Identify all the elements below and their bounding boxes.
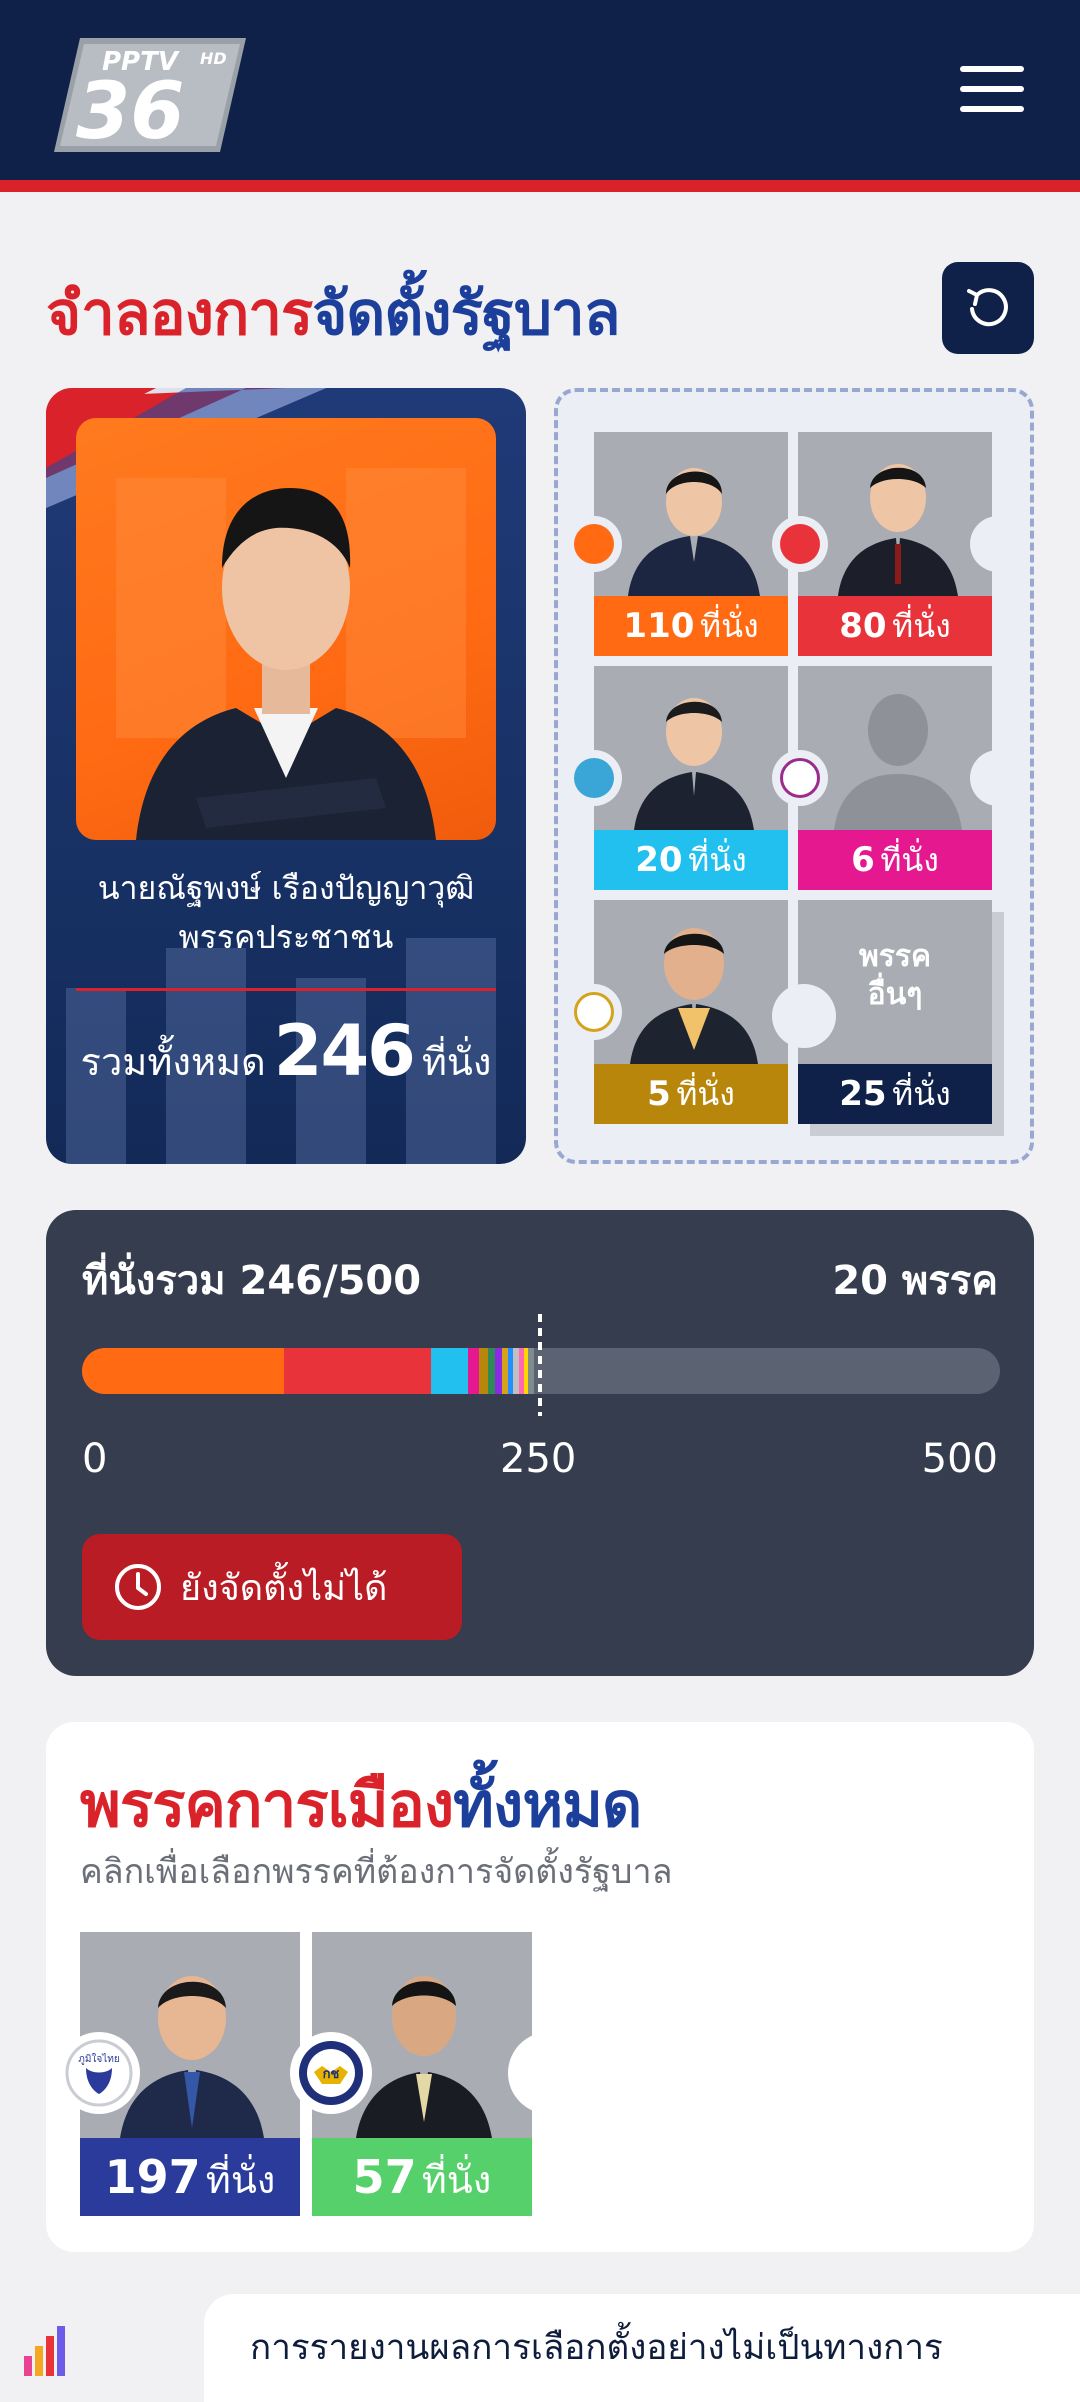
party-logo-icon — [566, 984, 622, 1040]
site-header: PPTV HD 36 — [0, 0, 1080, 192]
status-label: ยังจัดตั้งไม่ได้ — [180, 1567, 388, 1609]
seat-count: 80 ที่นั่ง — [798, 596, 992, 656]
svg-text:HD: HD — [200, 49, 227, 68]
pm-portrait — [76, 418, 496, 840]
divider — [76, 988, 496, 991]
majority-line — [538, 1314, 542, 1416]
section-subtitle: คลิกเพื่อเลือกพรรคที่ต้องการจัดตั้งรัฐบา… — [80, 1852, 673, 1892]
bhumjaithai-logo-icon: ภูมิใจไทย — [58, 2032, 140, 2114]
party-logo-icon — [566, 750, 622, 806]
party-logo-icon — [566, 516, 622, 572]
seat-count: 57 ที่นั่ง — [312, 2138, 532, 2216]
other-parties-label: พรรค — [858, 939, 932, 974]
seat-segment-5 — [478, 1348, 488, 1394]
party-logo-icon — [772, 516, 828, 572]
seat-segment-4 — [467, 1348, 479, 1394]
party-logo-icon — [772, 750, 828, 806]
coalition-party-3[interactable]: 20 ที่นั่ง — [594, 666, 788, 890]
reset-button[interactable] — [942, 262, 1034, 354]
seat-segment-6 — [487, 1348, 496, 1394]
unofficial-results-notice: การรายงานผลการเลือกตั้งอย่างไม่เป็นทางกา… — [204, 2294, 1080, 2402]
party-count-label: 20 พรรค — [832, 1258, 998, 1304]
tick-label-250: 250 — [500, 1436, 577, 1482]
all-parties-section: พรรคการเมืองทั้งหมด คลิกเพื่อเลือกพรรคที… — [46, 1722, 1034, 2252]
prime-minister-card: นายณัฐพงษ์ เรืองปัญญาวุฒิ พรรคประชาชน รว… — [46, 388, 526, 1164]
puzzle-notch — [508, 2032, 590, 2114]
pm-name: นายณัฐพงษ์ เรืองปัญญาวุฒิ — [97, 869, 475, 907]
hamburger-menu-icon[interactable] — [960, 66, 1024, 122]
chart-bars-icon — [24, 2326, 65, 2376]
puzzle-notch — [970, 750, 1026, 806]
reset-icon — [967, 288, 1008, 327]
section-title: พรรคการเมืองทั้งหมด — [80, 1768, 642, 1841]
pptv-logo[interactable]: PPTV HD 36 — [50, 34, 250, 156]
seat-segment-7 — [495, 1348, 503, 1394]
svg-text:36: 36 — [76, 67, 185, 156]
seat-count: 6 ที่นั่ง — [798, 830, 992, 890]
seat-count: 5 ที่นั่ง — [594, 1064, 788, 1124]
government-status-button[interactable]: ยังจัดตั้งไม่ได้ — [82, 1534, 462, 1640]
seat-segment-1 — [82, 1348, 284, 1394]
clock-icon — [115, 1564, 161, 1610]
seat-count: 25 ที่นั่ง — [798, 1064, 992, 1124]
seat-count: 20 ที่นั่ง — [594, 830, 788, 890]
page-title: จำลองการจัดตั้งรัฐบาล — [46, 279, 620, 349]
seat-count: 197 ที่นั่ง — [80, 2138, 300, 2216]
pm-party: พรรคประชาชน — [178, 918, 394, 956]
seat-count: 110 ที่นั่ง — [594, 596, 788, 656]
coalition-board: 110 ที่นั่ง 80 ที่นั่ง 20 ที่นั่ง 6 ที่น… — [554, 388, 1034, 1164]
coalition-party-1[interactable]: 110 ที่นั่ง — [594, 432, 788, 656]
coalition-party-5[interactable]: 5 ที่นั่ง — [594, 900, 788, 1124]
tick-label-500: 500 — [921, 1436, 998, 1482]
seat-segment-2 — [283, 1348, 431, 1394]
pm-total-seats: รวมทั้งหมด 246 ที่นั่ง — [80, 1010, 492, 1092]
svg-text:ภูมิใจไทย: ภูมิใจไทย — [78, 2053, 119, 2065]
puzzle-notch — [772, 984, 836, 1048]
seat-segment-3 — [430, 1348, 468, 1394]
puzzle-notch — [970, 516, 1026, 572]
svg-text:กช: กช — [323, 2067, 340, 2082]
total-seats-label: ที่นั่งรวม 246/500 — [82, 1258, 422, 1304]
kla-party-logo-icon: กช — [290, 2032, 372, 2114]
seat-summary-panel: ที่นั่งรวม 246/500 20 พรรค 0 250 500 ยัง… — [46, 1210, 1034, 1676]
seat-segment-13 — [528, 1348, 534, 1394]
tick-label-0: 0 — [82, 1436, 108, 1482]
